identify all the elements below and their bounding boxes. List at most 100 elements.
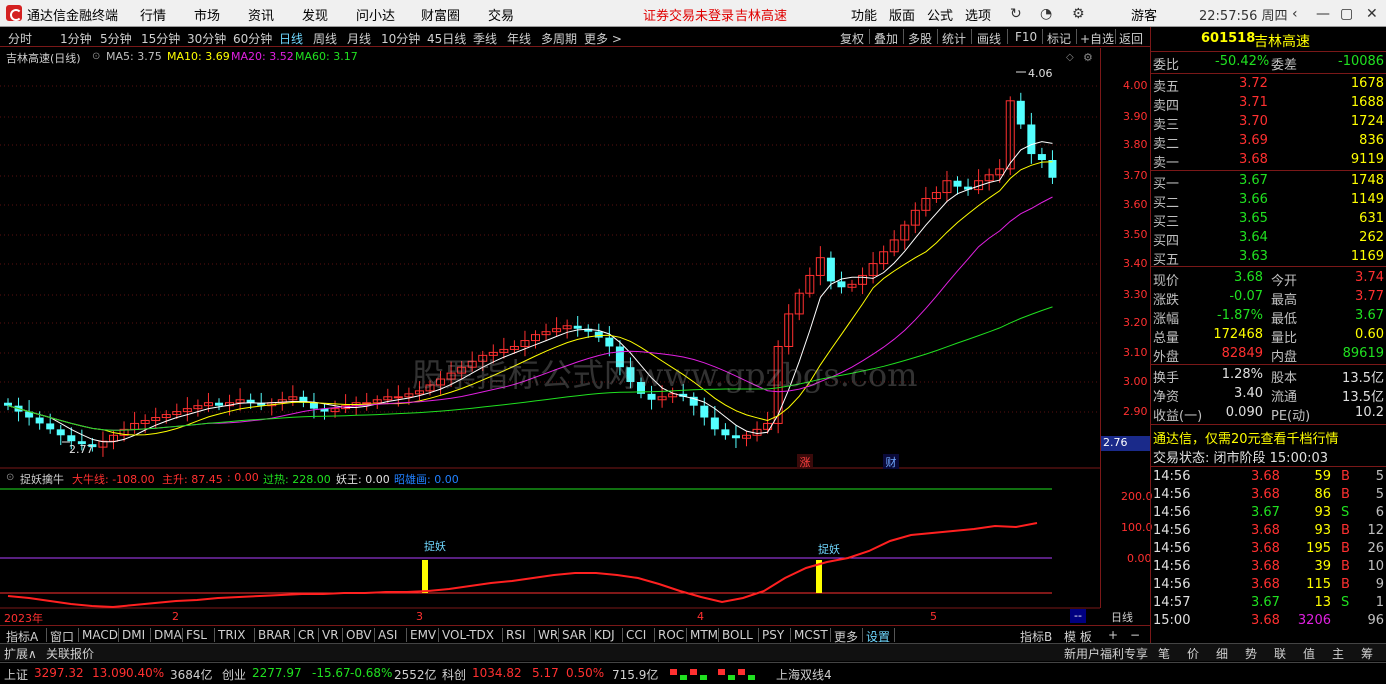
lock-icon[interactable]: ◔ xyxy=(1040,6,1052,22)
related-quote-button[interactable]: 关联报价 xyxy=(46,645,94,662)
indicator-tab[interactable]: BOLL xyxy=(722,628,753,642)
period-tab[interactable]: 周线 xyxy=(313,30,337,47)
close-icon[interactable]: ✕ xyxy=(1366,6,1378,22)
toolbar-button[interactable]: 多股 xyxy=(908,30,932,47)
sell-level-row[interactable]: 卖四 3.71 1688 xyxy=(1151,94,1386,114)
menu-item[interactable]: 选项 xyxy=(965,5,991,24)
indicator-tab[interactable]: ASI xyxy=(378,628,397,642)
indicator-tab[interactable]: MTM xyxy=(690,628,718,642)
period-tab[interactable]: 月线 xyxy=(347,30,371,47)
maximize-icon[interactable]: ▢ xyxy=(1340,6,1353,22)
index-name[interactable]: 创业 xyxy=(222,666,246,683)
indicator-tab[interactable]: TRIX xyxy=(218,628,245,642)
period-tab[interactable]: 15分钟 xyxy=(141,30,180,47)
indicator-tab[interactable]: DMI xyxy=(122,628,145,642)
index-name[interactable]: 上证 xyxy=(4,666,28,683)
menu-item[interactable]: 发现 xyxy=(302,5,328,24)
indicator-tab[interactable]: PSY xyxy=(762,628,784,642)
diamond-icon[interactable]: ◇ xyxy=(1066,52,1074,63)
indicator-tab-right[interactable]: + xyxy=(1108,628,1118,642)
detail-tab[interactable]: 主 xyxy=(1332,645,1344,662)
indicator-tab[interactable]: WR xyxy=(538,628,558,642)
buy-level-row[interactable]: 买四 3.64 262 xyxy=(1151,229,1386,249)
event-zhang-badge[interactable]: 涨 xyxy=(797,454,813,469)
refresh-icon[interactable]: ↻ xyxy=(1010,6,1022,22)
indicator-tab[interactable]: VOL-TDX xyxy=(442,628,494,642)
buy-level-row[interactable]: 买二 3.66 1149 xyxy=(1151,191,1386,211)
sell-level-row[interactable]: 卖五 3.72 1678 xyxy=(1151,75,1386,95)
index-name[interactable]: 科创 xyxy=(442,666,466,683)
sell-level-row[interactable]: 卖一 3.68 9119 xyxy=(1151,151,1386,171)
menu-item[interactable]: 财富圈 xyxy=(421,5,460,24)
menu-item[interactable]: 交易 xyxy=(488,5,514,24)
collapse-icon[interactable]: ⊙ xyxy=(92,51,100,62)
detail-tab[interactable]: 笔 xyxy=(1158,645,1170,662)
sell-level-row[interactable]: 卖三 3.70 1724 xyxy=(1151,113,1386,133)
promo-text[interactable]: 通达信，仅需20元查看千档行情 xyxy=(1153,428,1339,447)
expand-button[interactable]: 扩展∧ xyxy=(4,645,37,662)
menu-item[interactable]: 市场 xyxy=(194,5,220,24)
indicator-tab[interactable]: OBV xyxy=(346,628,372,642)
indicator-tab[interactable]: CCI xyxy=(626,628,646,642)
indicator-tab[interactable]: BRAR xyxy=(258,628,291,642)
period-tab[interactable]: 季线 xyxy=(473,30,497,47)
period-tab[interactable]: 1分钟 xyxy=(60,30,92,47)
indicator-tab[interactable]: SAR xyxy=(562,628,586,642)
indicator-tab-right[interactable]: − xyxy=(1130,628,1140,642)
indicator-tab[interactable]: EMV xyxy=(410,628,436,642)
toolbar-button[interactable]: F10 xyxy=(1015,30,1037,44)
indicator-tab[interactable]: CR xyxy=(298,628,315,642)
indicator-tab[interactable]: KDJ xyxy=(594,628,615,642)
sell-level-row[interactable]: 卖二 3.69 836 xyxy=(1151,132,1386,152)
more-periods-button[interactable]: 更多 > xyxy=(584,30,622,47)
indicator-tab[interactable]: VR xyxy=(322,628,339,642)
promo-link[interactable]: 新用户福利专享 xyxy=(1064,645,1148,662)
buy-level-row[interactable]: 买五 3.63 1169 xyxy=(1151,248,1386,268)
toolbar-button[interactable]: 复权 xyxy=(840,30,864,47)
indicator-tab[interactable]: RSI xyxy=(506,628,526,642)
back-button[interactable]: 返回 xyxy=(1119,30,1143,47)
menu-item[interactable]: 问小达 xyxy=(356,5,395,24)
settings-icon[interactable]: ⚙ xyxy=(1072,6,1085,22)
indicator-tab[interactable]: ROC xyxy=(658,628,684,642)
toolbar-button[interactable]: 画线 xyxy=(977,30,1001,47)
event-cai-badge[interactable]: 财 xyxy=(883,454,899,469)
period-tab-active[interactable]: 日线 xyxy=(279,30,303,47)
back-icon[interactable]: ‹ xyxy=(1292,6,1298,22)
gear-icon[interactable]: ⚙ xyxy=(1083,51,1093,64)
period-tab[interactable]: 多周期 xyxy=(541,30,577,47)
kline-chart[interactable] xyxy=(0,48,1100,625)
period-tab[interactable]: 10分钟 xyxy=(381,30,420,47)
indicator-tab[interactable]: MCST xyxy=(794,628,828,642)
detail-tab[interactable]: 价 xyxy=(1187,645,1199,662)
indicator-tab[interactable]: FSL xyxy=(186,628,207,642)
detail-tab[interactable]: 值 xyxy=(1303,645,1315,662)
period-tab[interactable]: 45日线 xyxy=(427,30,466,47)
buy-level-row[interactable]: 买一 3.67 1748 xyxy=(1151,172,1386,192)
period-tab[interactable]: 年线 xyxy=(507,30,531,47)
period-tab[interactable]: 60分钟 xyxy=(233,30,272,47)
detail-tab[interactable]: 势 xyxy=(1245,645,1257,662)
detail-tab[interactable]: 筹 xyxy=(1361,645,1373,662)
toolbar-button[interactable]: 叠加 xyxy=(874,30,898,47)
login-notice[interactable]: 证券交易未登录 xyxy=(643,5,734,24)
minimize-icon[interactable]: — xyxy=(1316,6,1330,22)
detail-tab[interactable]: 联 xyxy=(1274,645,1286,662)
indicator-tab[interactable]: MACD xyxy=(82,628,118,642)
toolbar-button[interactable]: 统计 xyxy=(942,30,966,47)
menu-item[interactable]: 行情 xyxy=(140,5,166,24)
promo-row[interactable]: 通达信，仅需20元查看千档行情 xyxy=(1151,427,1386,447)
indicator-name[interactable]: 捉妖擒牛 xyxy=(20,471,64,487)
add-favorite-button[interactable]: +自选 xyxy=(1080,30,1114,47)
menu-item[interactable]: 公式 xyxy=(927,5,953,24)
toolbar-button[interactable]: 标记 xyxy=(1047,30,1071,47)
indicator-collapse-icon[interactable]: ⊙ xyxy=(6,472,14,483)
timeline-scroll-button[interactable]: -- xyxy=(1070,609,1086,623)
menu-item[interactable]: 功能 xyxy=(851,5,877,24)
menu-item[interactable]: 资讯 xyxy=(248,5,274,24)
buy-level-row[interactable]: 买三 3.65 631 xyxy=(1151,210,1386,230)
indicator-tab[interactable]: DMA xyxy=(154,628,182,642)
user-label[interactable]: 游客 xyxy=(1131,5,1157,24)
menu-item[interactable]: 版面 xyxy=(889,5,915,24)
period-label-button[interactable]: 日线 xyxy=(1111,609,1133,625)
